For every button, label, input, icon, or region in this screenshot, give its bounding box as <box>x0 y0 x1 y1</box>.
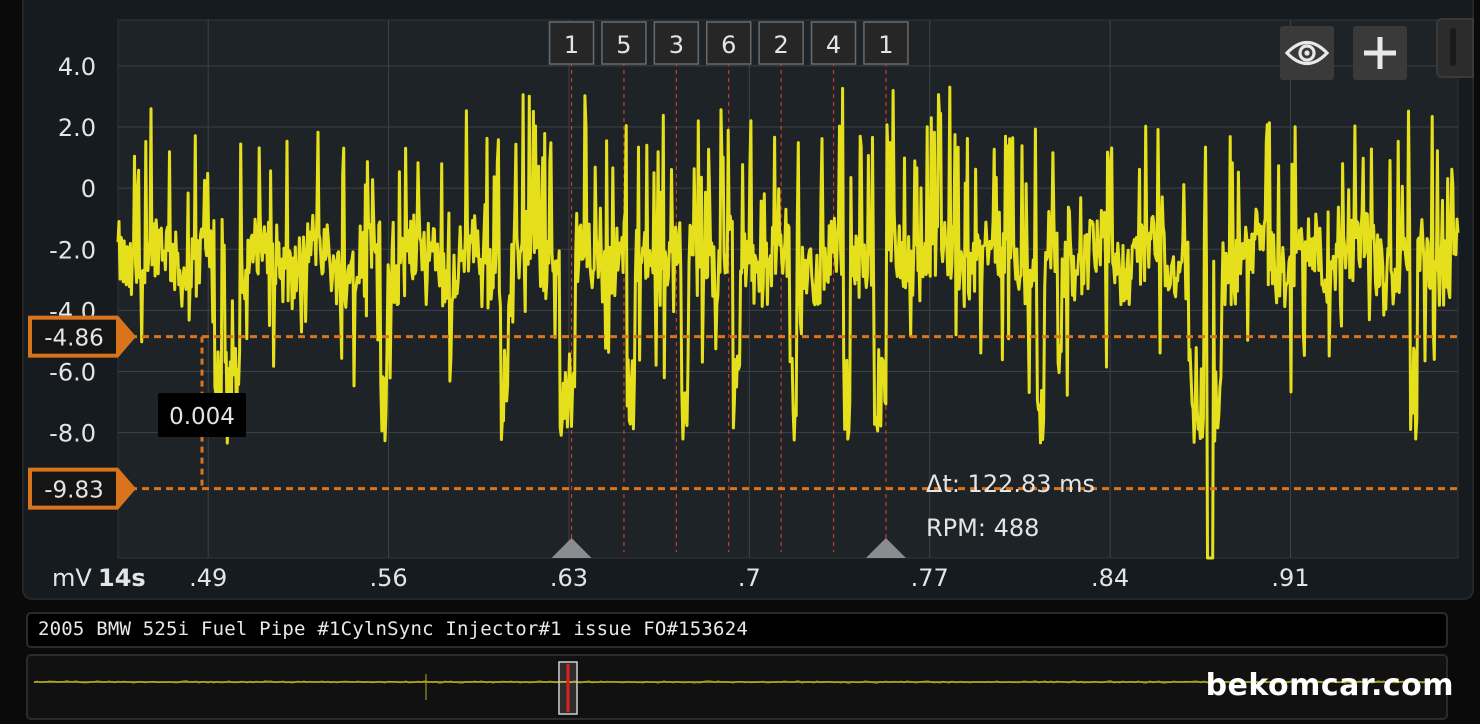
firing-order-label-5: 4 <box>826 31 841 59</box>
oscilloscope-app: 4.0 2.0 0 -2.0 -4.0 -6.0 -8.0.49.56.63.7.77.84… <box>0 0 1480 724</box>
firing-order-label-4: 2 <box>773 31 788 59</box>
y-tick-label: -8.0 <box>49 420 96 448</box>
firing-order-label-0: 1 <box>564 31 579 59</box>
time-base-label: 14s <box>98 564 146 592</box>
plot-area <box>117 19 1459 559</box>
eye-icon <box>1285 40 1329 66</box>
plus-icon <box>1364 37 1396 69</box>
visibility-button[interactable] <box>1280 26 1334 80</box>
waveform-description: 2005 BMW 525i Fuel Pipe #1CylnSync Injec… <box>38 618 748 640</box>
waveform-chart[interactable]: 4.02.00-2.0-4.0-6.0-8.0.49.56.63.7.77.84… <box>0 0 1480 600</box>
x-tick-label: .63 <box>550 564 588 592</box>
x-tick-label: .77 <box>911 564 949 592</box>
x-tick-label: .7 <box>738 564 761 592</box>
cursor-marker-value: 0.004 <box>169 404 235 430</box>
y-unit-label: mV <box>52 564 92 592</box>
add-channel-button[interactable] <box>1353 26 1407 80</box>
x-tick-label: .56 <box>369 564 407 592</box>
firing-order-label-1: 5 <box>616 31 631 59</box>
x-tick-label: .49 <box>189 564 227 592</box>
y-tick-label: -6.0 <box>49 359 96 387</box>
firing-order-label-2: 3 <box>669 31 684 59</box>
y-tick-label: 4.0 <box>58 53 96 81</box>
side-panel-handle[interactable] <box>1436 18 1474 78</box>
firing-order-label-3: 6 <box>721 31 736 59</box>
y-tick-label: 2.0 <box>58 114 96 142</box>
watermark: bekomcar.com <box>1205 668 1454 703</box>
y-tick-label: 0 <box>81 175 96 203</box>
cursor-value-1: -9.83 <box>44 478 104 504</box>
delta-time-readout: Δt: 122.83 ms <box>926 470 1095 498</box>
cursor-value-0: -4.86 <box>44 326 104 352</box>
waveform-description-bar: 2005 BMW 525i Fuel Pipe #1CylnSync Injec… <box>26 612 1448 648</box>
y-tick-label: -2.0 <box>49 236 96 264</box>
firing-order-label-6: 1 <box>878 31 893 59</box>
rpm-readout: RPM: 488 <box>926 514 1039 542</box>
x-tick-label: .91 <box>1271 564 1309 592</box>
x-tick-label: .84 <box>1091 564 1129 592</box>
